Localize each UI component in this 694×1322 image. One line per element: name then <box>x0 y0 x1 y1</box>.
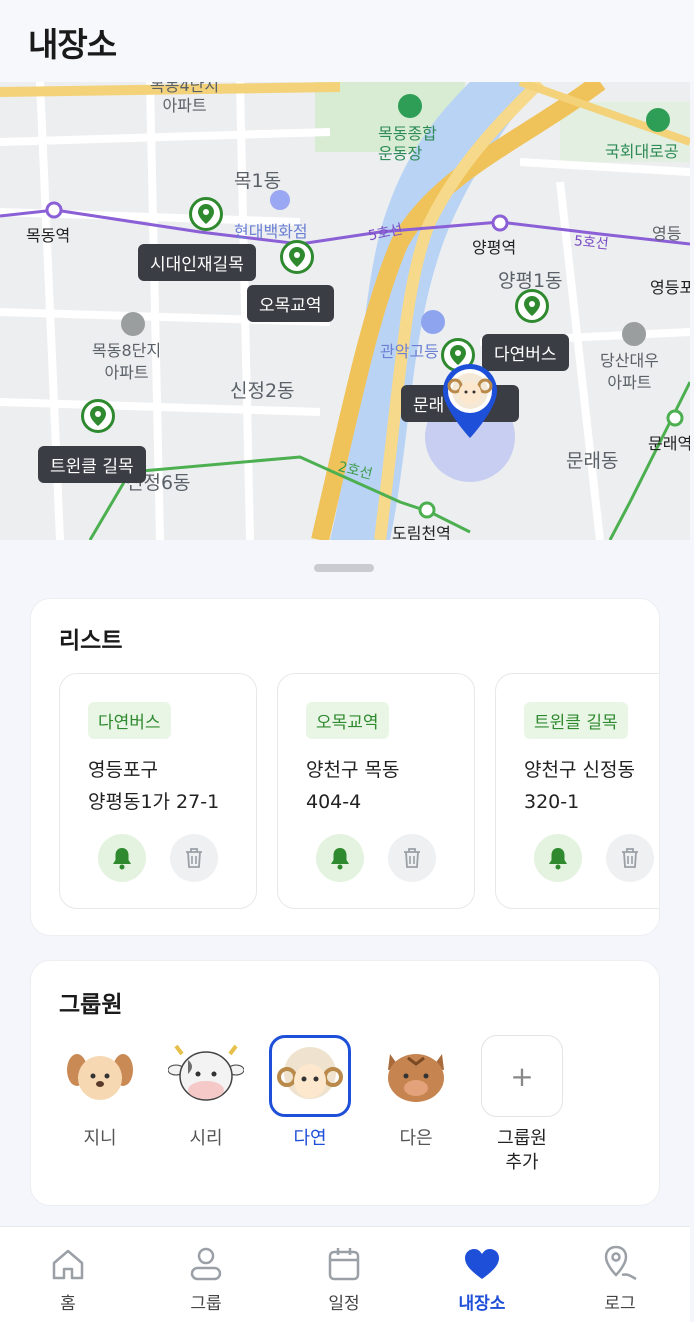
nav-label: 일정 <box>328 1294 360 1314</box>
trash-icon <box>622 848 638 868</box>
pin-icon <box>524 296 540 316</box>
map-chip-twinkle[interactable]: 트윈클 길목 <box>38 446 146 483</box>
nav-label: 그룹 <box>190 1294 222 1314</box>
place-card[interactable]: 다연버스 영등포구 양평동1가 27-1 <box>59 673 257 909</box>
place-address: 영등포구 양평동1가 27-1 <box>88 754 219 818</box>
nav-schedule[interactable]: 일정 <box>294 1245 394 1314</box>
place-tag: 다연버스 <box>88 702 171 739</box>
map-label-mokdong-station: 목동역 <box>26 226 71 245</box>
place-tag: 오목교역 <box>306 702 389 739</box>
member-item[interactable]: 지니 <box>59 1035 141 1151</box>
alarm-button[interactable] <box>534 834 582 882</box>
bottom-sheet: 리스트 다연버스 영등포구 양평동1가 27-1 오목교역 양천구 목동 404… <box>0 540 690 1230</box>
member-item[interactable]: 다연 <box>269 1035 351 1151</box>
map-label-mok8: 목동8단지 아파트 <box>92 341 162 382</box>
place-card[interactable]: 오목교역 양천구 목동 404-4 <box>277 673 475 909</box>
map-label-stadium: 목동종합 운동장 <box>378 124 437 163</box>
nav-group[interactable]: 그룹 <box>156 1245 256 1314</box>
map-label-yangpyeong-station: 양평역 <box>472 238 517 257</box>
cow-avatar-icon <box>165 1035 247 1117</box>
bell-icon <box>331 848 349 870</box>
list-title: 리스트 <box>59 628 123 654</box>
bell-icon <box>113 848 131 870</box>
member-name: 다연 <box>293 1128 327 1149</box>
address-line: 404-4 <box>306 791 362 813</box>
pin-icon <box>90 406 106 426</box>
bell-icon <box>549 848 567 870</box>
place-address: 양천구 신정동 320-1 <box>524 754 635 818</box>
map-label-hyundai: 현대백화점 <box>234 222 308 241</box>
group-members-card: 그룹원 지니 시리 다연 다은 + 그룹원 추가 <box>30 960 660 1206</box>
map-label-sinjeong2: 신정2동 <box>230 380 295 402</box>
place-pin[interactable] <box>515 289 549 323</box>
sheep-avatar-icon <box>269 1035 351 1117</box>
pin-icon <box>198 204 214 224</box>
member-item[interactable]: 시리 <box>165 1035 247 1151</box>
map-label-assembly: 국회대로공 <box>605 142 679 161</box>
add-member-button[interactable]: + 그룹원 추가 <box>481 1035 563 1175</box>
nav-label: 내장소 <box>458 1294 506 1314</box>
nav-home[interactable]: 홈 <box>18 1245 118 1314</box>
plus-icon: + <box>481 1035 563 1117</box>
nav-label: 로그 <box>604 1294 636 1314</box>
address-line: 320-1 <box>524 791 580 813</box>
calendar-icon <box>328 1248 360 1281</box>
bottom-navigation: 홈 그룹 일정 내장소 로그 <box>0 1226 690 1322</box>
address-line: 양평동1가 27-1 <box>88 791 220 813</box>
member-name: 지니 <box>83 1128 117 1149</box>
boar-avatar-icon <box>375 1035 457 1117</box>
map-label-mok1: 목1동 <box>234 170 282 192</box>
member-name: 시리 <box>189 1128 223 1149</box>
map-label-dangsan: 당산대우 아파트 <box>600 351 659 392</box>
pin-icon <box>289 247 305 267</box>
map-view[interactable]: 목동4단지 아파트 목동종합 운동장 국회대로공 목1동 현대백화점 목동역 5… <box>0 82 690 540</box>
app-header: 내장소 <box>0 0 694 82</box>
map-chip-omokgyo[interactable]: 오목교역 <box>247 285 334 322</box>
nav-log[interactable]: 로그 <box>570 1245 670 1314</box>
add-member-label-line: 그룹원 <box>497 1128 547 1149</box>
location-log-icon <box>604 1245 637 1281</box>
place-pin[interactable] <box>189 197 223 231</box>
sheet-drag-handle[interactable] <box>314 564 374 572</box>
address-line: 양천구 목동 <box>306 759 400 781</box>
alarm-button[interactable] <box>316 834 364 882</box>
trash-icon <box>186 848 202 868</box>
delete-button[interactable] <box>606 834 654 882</box>
map-label-apt-top: 목동4단지 아파트 <box>150 82 220 115</box>
nav-label: 홈 <box>60 1294 76 1314</box>
heart-icon <box>465 1249 499 1279</box>
place-pin[interactable] <box>81 399 115 433</box>
map-label-yeongdeung-a: 영등 <box>652 224 682 243</box>
add-member-label-line: 추가 <box>505 1152 539 1173</box>
place-tag: 트윈클 길목 <box>524 702 628 739</box>
group-title: 그룹원 <box>59 992 123 1018</box>
place-card[interactable]: 트윈클 길목 양천구 신정동 320-1 <box>495 673 659 909</box>
dog-avatar-icon <box>59 1035 141 1117</box>
map-label-gwanak: 관악고등 <box>380 342 439 361</box>
person-icon <box>190 1247 222 1281</box>
add-member-label: 그룹원 추가 <box>481 1127 563 1175</box>
nav-my-places[interactable]: 내장소 <box>432 1245 532 1314</box>
map-chip-sidae[interactable]: 시대인재길목 <box>138 244 256 281</box>
place-address: 양천구 목동 404-4 <box>306 754 399 818</box>
delete-button[interactable] <box>170 834 218 882</box>
trash-icon <box>404 848 420 868</box>
member-name: 다은 <box>399 1128 433 1149</box>
map-label-dorimcheon: 도림천역 <box>392 524 451 540</box>
map-label-line5-b: 5호선 <box>573 233 610 253</box>
delete-button[interactable] <box>388 834 436 882</box>
page-title: 내장소 <box>28 25 117 64</box>
member-item[interactable]: 다은 <box>375 1035 457 1151</box>
map-label-mullae-station: 문래역 <box>648 434 690 453</box>
my-location-pin[interactable] <box>441 362 499 440</box>
alarm-button[interactable] <box>98 834 146 882</box>
address-line: 영등포구 <box>88 759 158 781</box>
address-line: 양천구 신정동 <box>524 759 635 781</box>
map-label-mullae-dong: 문래동 <box>566 450 619 472</box>
home-icon <box>52 1249 84 1280</box>
saved-places-card: 리스트 다연버스 영등포구 양평동1가 27-1 오목교역 양천구 목동 404… <box>30 598 660 936</box>
place-pin[interactable] <box>280 240 314 274</box>
map-label-yeongdeung-b: 영등포 <box>650 278 690 297</box>
